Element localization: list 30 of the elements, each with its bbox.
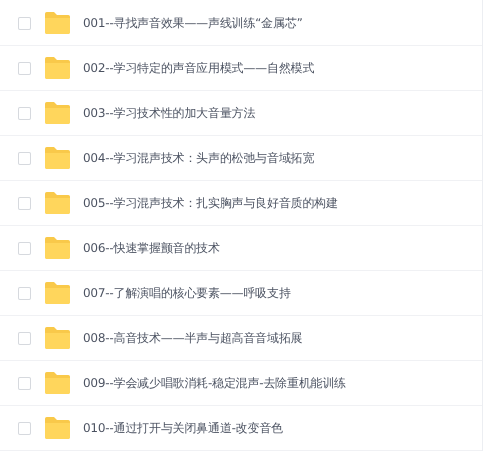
- folder-icon: [44, 192, 71, 214]
- folder-icon: [44, 282, 71, 304]
- checkbox[interactable]: [18, 286, 31, 300]
- folder-icon: [44, 12, 71, 34]
- folder-name[interactable]: 005--学习混声技术：扎实胸声与良好音质的构建: [83, 194, 338, 212]
- folder-icon: [44, 372, 71, 394]
- checkbox[interactable]: [18, 242, 31, 254]
- folder-name[interactable]: 002--学习特定的声音应用模式——自然模式: [83, 60, 314, 76]
- folder-name[interactable]: 010--通过打开与关闭鼻通道-改变音色: [83, 420, 283, 436]
- checkbox[interactable]: [18, 16, 31, 30]
- folder-icon: [44, 147, 71, 169]
- folder-name[interactable]: 003--学习技术性的加大音量方法: [83, 104, 256, 122]
- folder-icon: [44, 417, 71, 439]
- checkbox[interactable]: [18, 106, 31, 120]
- folder-name[interactable]: 007--了解演唱的核心要素——呼吸支持: [83, 284, 291, 302]
- checkbox[interactable]: [18, 152, 31, 164]
- folder-icon: [44, 102, 71, 124]
- folder-name[interactable]: 008--高音技术——半声与超高音音域拓展: [83, 330, 302, 346]
- checkbox[interactable]: [18, 62, 31, 74]
- folder-name[interactable]: 009--学会减少唱歌消耗-稳定混声-去除重机能训练: [83, 374, 346, 392]
- checkbox[interactable]: [18, 332, 31, 344]
- checkbox[interactable]: [18, 196, 31, 210]
- folder-icon: [44, 327, 71, 349]
- folder-icon: [44, 237, 71, 259]
- folder-name[interactable]: 001--寻找声音效果——声线训练“金属芯”: [83, 14, 303, 32]
- checkbox[interactable]: [18, 376, 31, 390]
- checkbox[interactable]: [18, 422, 31, 434]
- folder-icon: [44, 57, 71, 79]
- folder-name[interactable]: 004--学习混声技术：头声的松弛与音域拓宽: [83, 150, 314, 166]
- folder-name[interactable]: 006--快速掌握颤音的技术: [83, 240, 220, 256]
